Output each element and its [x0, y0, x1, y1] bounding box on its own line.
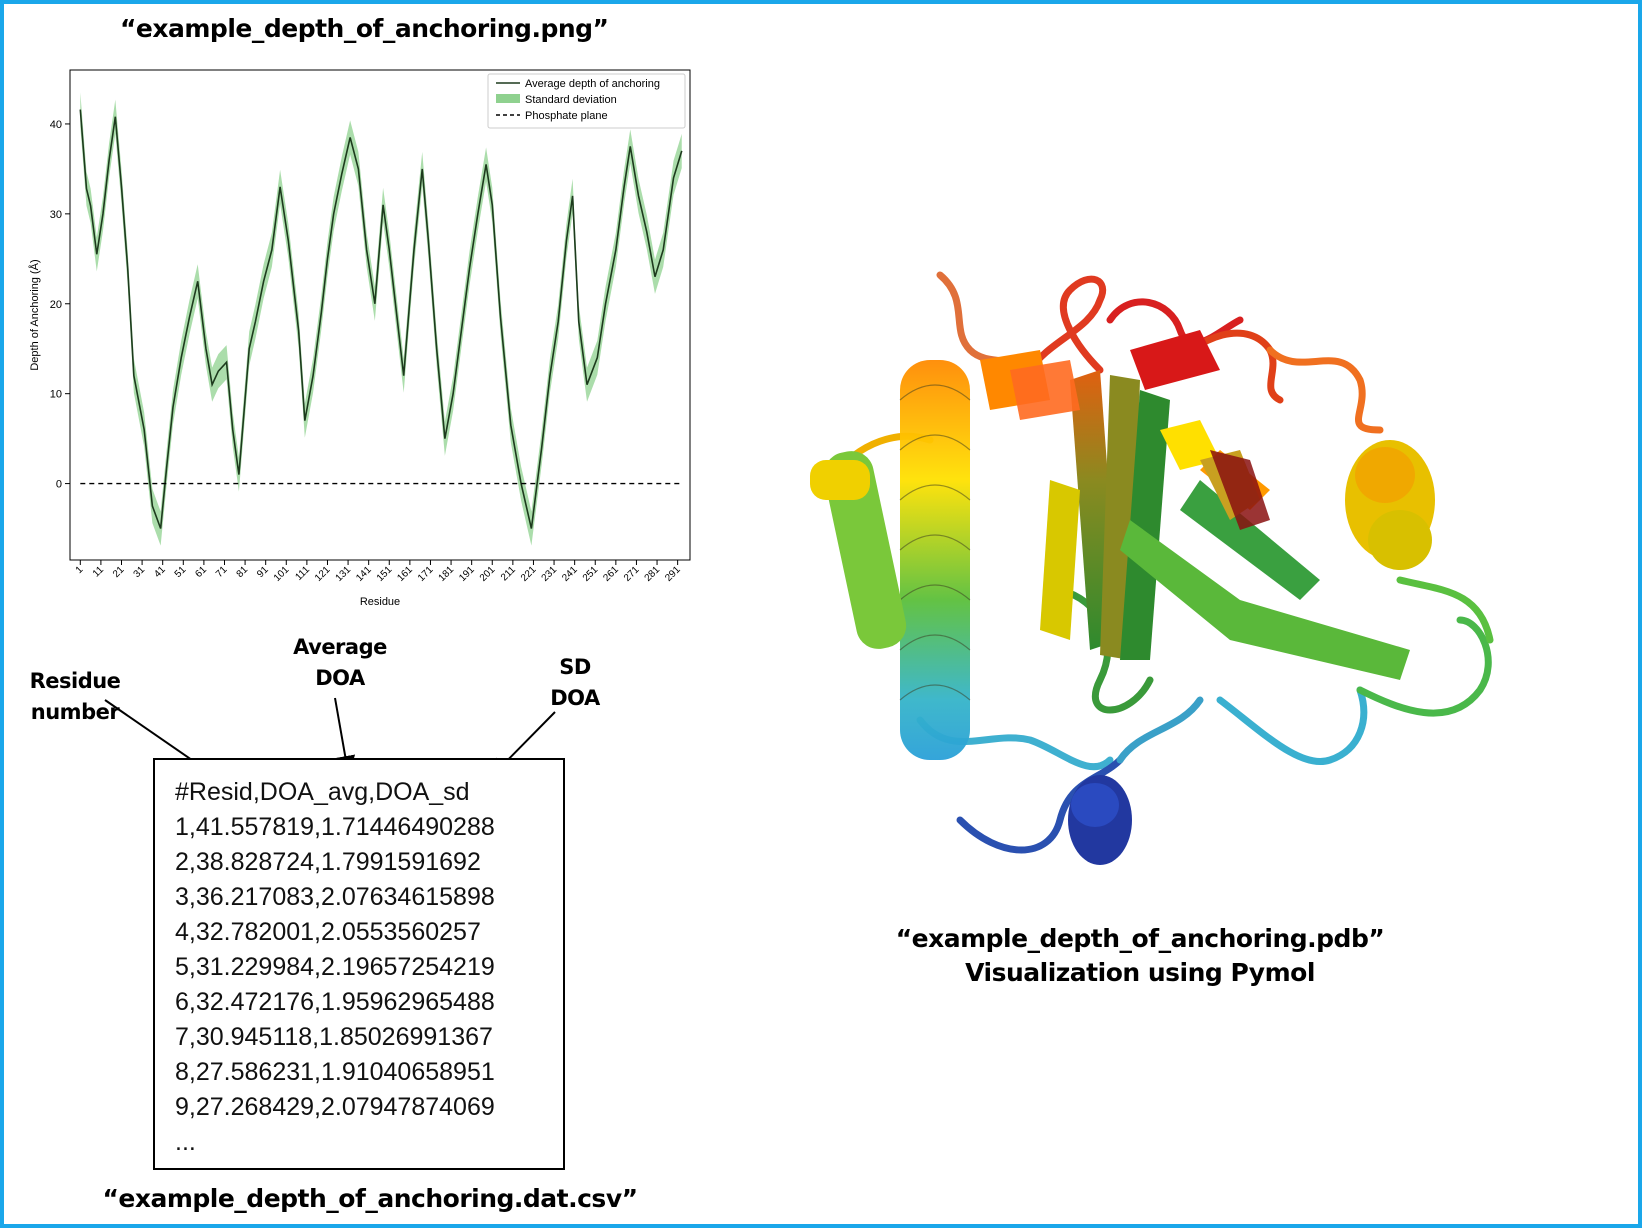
csv-header-line: #Resid,DOA_avg,DOA_sd — [175, 778, 470, 806]
helix-left-long — [899, 360, 971, 760]
helix-right — [1345, 440, 1435, 570]
pdb-file-caption: “example_depth_of_anchoring.pdb” — [895, 924, 1385, 953]
csv-data-line: 7,30.945118,1.85026991367 — [175, 1023, 493, 1051]
annotation-average-line1: Average — [293, 635, 387, 659]
csv-ellipsis: ... — [175, 1128, 196, 1156]
csv-data-line: 1,41.557819,1.71446490288 — [175, 813, 495, 841]
csv-data-line: 3,36.217083,2.07634615898 — [175, 883, 495, 911]
csv-file-caption: “example_depth_of_anchoring.dat.csv” — [102, 1184, 638, 1213]
annotation-sd-line1: SD — [559, 655, 591, 679]
pymol-visualization-caption: Visualization using Pymol — [965, 958, 1315, 987]
protein-cartoon-image — [810, 271, 1494, 865]
helix-bottom-blue — [1068, 775, 1132, 865]
annotation-residue-line2: number — [30, 700, 120, 724]
loop-bottom-mid — [1116, 696, 1204, 764]
csv-data-line: 9,27.268429,2.07947874069 — [175, 1093, 495, 1121]
annotation-sd-doa: SD DOA — [540, 652, 610, 714]
helix-far-left — [810, 451, 907, 649]
csv-data-line: 8,27.586231,1.91040658951 — [175, 1058, 495, 1086]
csv-data-line: 2,38.828724,1.7991591692 — [175, 848, 481, 876]
annotation-average-doa: Average DOA — [280, 632, 400, 694]
csv-data-line: 5,31.229984,2.19657254219 — [175, 953, 495, 981]
annotation-sd-line2: DOA — [550, 686, 600, 710]
loop-bottom-right — [1216, 686, 1368, 765]
csv-data-line: 4,32.782001,2.0553560257 — [175, 918, 481, 946]
csv-file-preview: #Resid,DOA_avg,DOA_sd 1,41.557819,1.7144… — [153, 758, 565, 1170]
loop-right-orange — [1266, 346, 1384, 434]
annotation-residue-line1: Residue — [29, 669, 121, 693]
annotation-average-line2: DOA — [315, 666, 365, 690]
csv-data-line: 6,32.472176,1.95962965488 — [175, 988, 495, 1016]
annotation-residue-number: Residue number — [20, 666, 130, 728]
